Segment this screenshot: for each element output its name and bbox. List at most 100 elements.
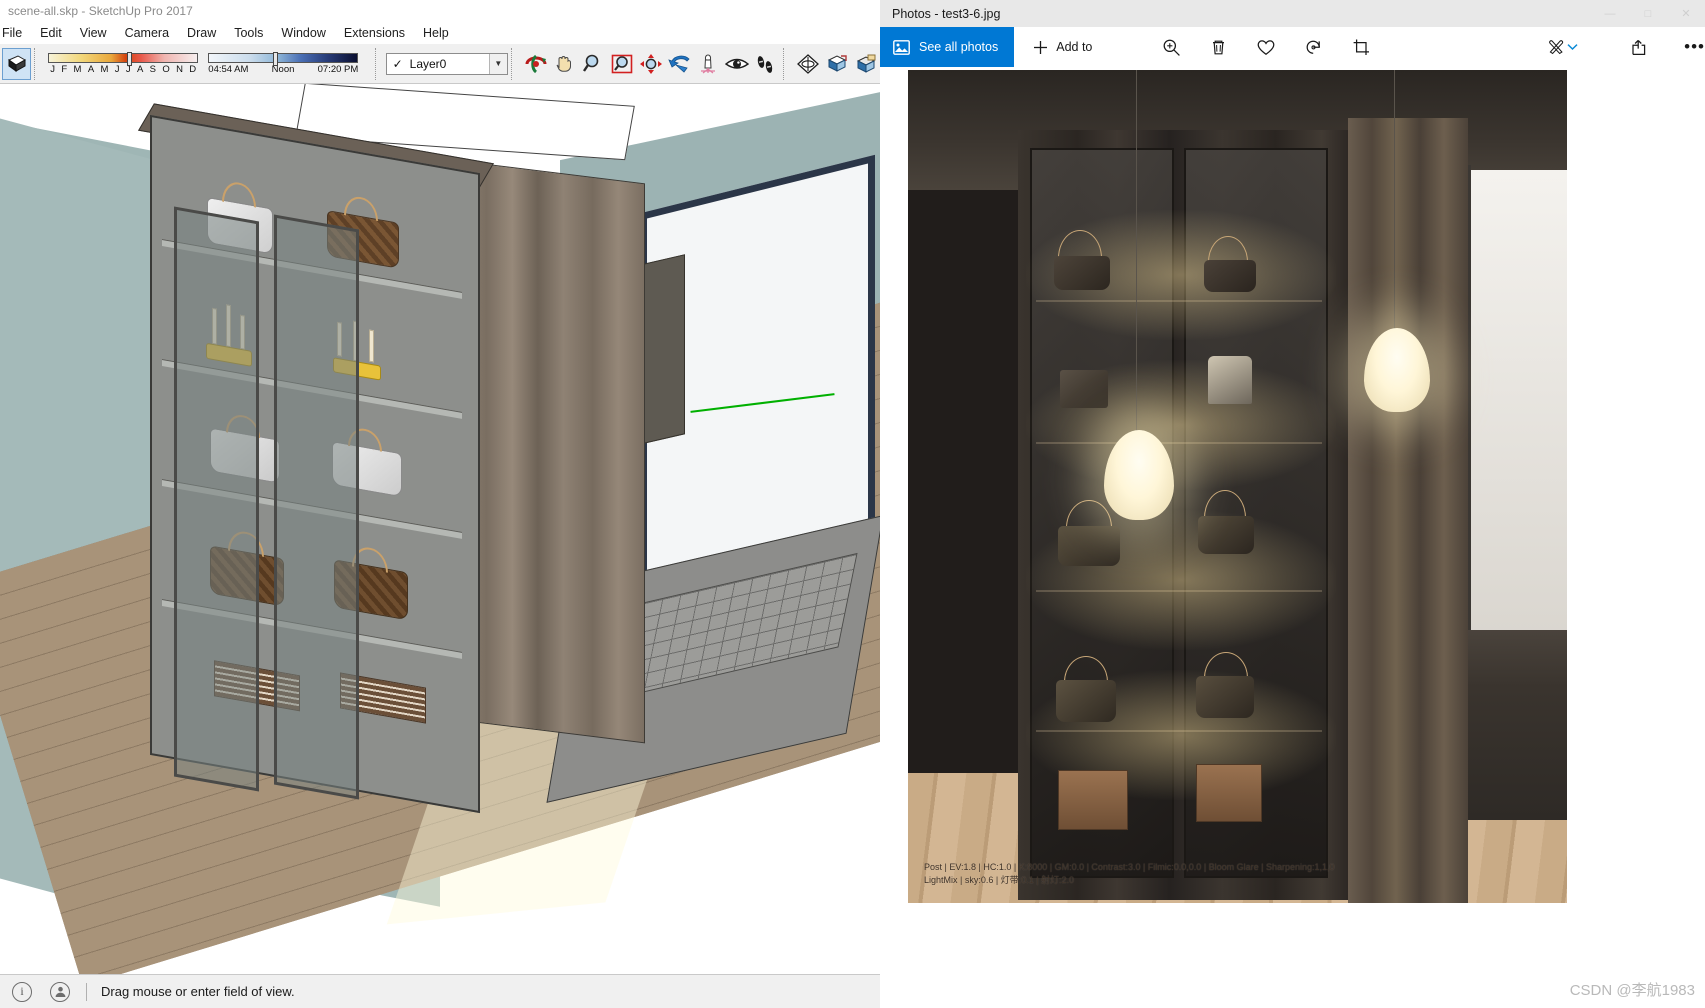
render-shelf-line <box>1036 300 1322 302</box>
menu-tools[interactable]: Tools <box>225 22 272 44</box>
favorite-button[interactable] <box>1256 27 1276 67</box>
menu-camera[interactable]: Camera <box>116 22 178 44</box>
rotate-button[interactable] <box>1304 27 1323 67</box>
standard-views-button[interactable] <box>794 48 823 80</box>
person-glyph-icon <box>55 986 65 997</box>
menu-draw[interactable]: Draw <box>178 22 225 44</box>
shadows-toggle-button[interactable] <box>2 47 31 80</box>
pan-tool-button[interactable] <box>550 48 579 80</box>
info-icon[interactable]: i <box>12 981 32 1002</box>
photos-titlebar[interactable]: Photos - test3-6.jpg — □ ✕ <box>880 0 1705 27</box>
look-around-tool-button[interactable] <box>723 48 752 80</box>
render-handbag <box>1198 516 1254 554</box>
top-view-button[interactable] <box>851 48 880 80</box>
edit-create-chevron[interactable] <box>1567 27 1578 67</box>
statusbar-divider <box>86 982 87 1001</box>
see-all-photos-button[interactable]: See all photos <box>880 27 1015 67</box>
time-slider-handle[interactable] <box>273 51 279 66</box>
zoom-extents-tool-button[interactable] <box>636 48 665 80</box>
month-slider-track[interactable] <box>48 51 199 66</box>
menu-view[interactable]: View <box>71 22 116 44</box>
toolbar-grip-camera[interactable] <box>510 47 518 80</box>
toolbar-grip[interactable] <box>34 47 41 80</box>
month-label-f: F <box>61 63 68 75</box>
render-lamp-cord <box>1394 70 1395 330</box>
walk-tool-button[interactable] <box>752 48 781 80</box>
rendered-image[interactable]: Post | EV:1.8 | HC:1.0 | K:8000 | GM:0.0… <box>908 70 1567 903</box>
delete-button[interactable] <box>1209 27 1228 67</box>
edit-create-button[interactable] <box>1547 27 1567 67</box>
chevron-down-icon <box>1567 44 1578 51</box>
render-handbag <box>1058 526 1120 566</box>
orbit-tool-button[interactable] <box>521 48 550 80</box>
time-slider-track[interactable] <box>208 51 359 66</box>
iso-view-icon <box>827 54 847 72</box>
magnifier-icon <box>583 54 599 72</box>
csdn-watermark: CSDN @李航1983 <box>1569 982 1695 999</box>
zoom-button[interactable] <box>1161 27 1180 67</box>
cabinet-glass-door-right <box>274 214 359 800</box>
add-to-button[interactable]: Add to <box>1020 27 1105 67</box>
close-button[interactable]: ✕ <box>1667 0 1705 27</box>
render-shelf-line <box>1036 730 1322 732</box>
menu-extensions[interactable]: Extensions <box>335 22 414 44</box>
top-view-icon <box>856 54 876 73</box>
standard-views-icon <box>797 53 820 74</box>
edit-create-icon <box>1549 39 1564 54</box>
chevron-down-icon[interactable]: ▼ <box>488 53 507 74</box>
toolbar-grip-views[interactable] <box>783 47 790 80</box>
zoom-window-icon <box>611 54 633 73</box>
sketchup-toolbar: J F M A M J J A S O N D 04:54 AM Noon 07… <box>0 44 880 84</box>
zoom-window-tool-button[interactable] <box>608 48 637 80</box>
menu-edit[interactable]: Edit <box>31 22 71 44</box>
month-label-m2: M <box>100 63 109 75</box>
time-slider-labels: 04:54 AM Noon 07:20 PM <box>208 64 358 75</box>
iso-view-button[interactable] <box>822 48 851 80</box>
share-button[interactable] <box>1630 27 1650 67</box>
crop-button[interactable] <box>1352 27 1371 67</box>
menu-file[interactable]: File <box>0 22 31 44</box>
share-icon <box>1632 39 1646 55</box>
see-all-photos-label: See all photos <box>919 40 999 54</box>
position-camera-tool-button[interactable] <box>694 48 723 80</box>
zoom-tool-button[interactable] <box>579 48 608 80</box>
sketchup-titlebar: scene-all.skp - SketchUp Pro 2017 <box>0 0 880 22</box>
more-options-button[interactable]: ••• <box>1684 27 1705 67</box>
minimize-button[interactable]: — <box>1591 0 1629 27</box>
candle <box>369 329 374 363</box>
time-slider[interactable]: 04:54 AM Noon 07:20 PM <box>208 51 359 75</box>
time-label-start: 04:54 AM <box>208 63 249 75</box>
plus-icon <box>1033 40 1048 55</box>
month-slider[interactable]: J F M A M J J A S O N D <box>48 51 199 75</box>
month-label-j1: J <box>50 63 56 75</box>
account-icon[interactable] <box>50 981 70 1002</box>
sketchup-statusbar: i Drag mouse or enter field of view. <box>0 974 880 1008</box>
menu-help[interactable]: Help <box>414 22 458 44</box>
toolbar-grip-layers[interactable] <box>375 47 382 80</box>
layer-dropdown[interactable]: ✓ Layer0 ▼ <box>385 52 508 75</box>
month-label-d: D <box>189 63 197 75</box>
maximize-button[interactable]: □ <box>1629 0 1667 27</box>
photo-stage[interactable]: Post | EV:1.8 | HC:1.0 | K:8000 | GM:0.0… <box>880 67 1705 928</box>
sketchup-window: scene-all.skp - SketchUp Pro 2017 File E… <box>0 0 880 1008</box>
photos-window: Photos - test3-6.jpg — □ ✕ See all photo… <box>880 0 1705 1008</box>
hand-pan-icon <box>556 55 572 72</box>
trash-icon <box>1213 40 1225 54</box>
render-overlay-line1: Post | EV:1.8 | HC:1.0 | K:8000 | GM:0.0… <box>924 861 1335 872</box>
cabinet-wood-panel <box>460 160 645 744</box>
render-wood-side-panel <box>1348 118 1468 903</box>
render-candle-group <box>1060 370 1108 408</box>
eye-icon <box>725 58 750 69</box>
render-shelf-line <box>1036 590 1322 592</box>
month-label-s: S <box>149 63 156 75</box>
menu-window[interactable]: Window <box>272 22 334 44</box>
render-handbag <box>1056 680 1116 722</box>
more-options-label: ••• <box>1684 37 1705 56</box>
sketchup-3d-viewport[interactable] <box>0 84 880 974</box>
sketchup-menubar: File Edit View Camera Draw Tools Window … <box>0 22 880 44</box>
month-slider-handle[interactable] <box>127 51 133 66</box>
sketchup-title: scene-all.skp - SketchUp Pro 2017 <box>8 4 193 18</box>
previous-view-tool-button[interactable] <box>665 48 694 80</box>
layer-name-label: Layer0 <box>409 56 447 71</box>
footprints-walk-icon <box>757 55 773 73</box>
